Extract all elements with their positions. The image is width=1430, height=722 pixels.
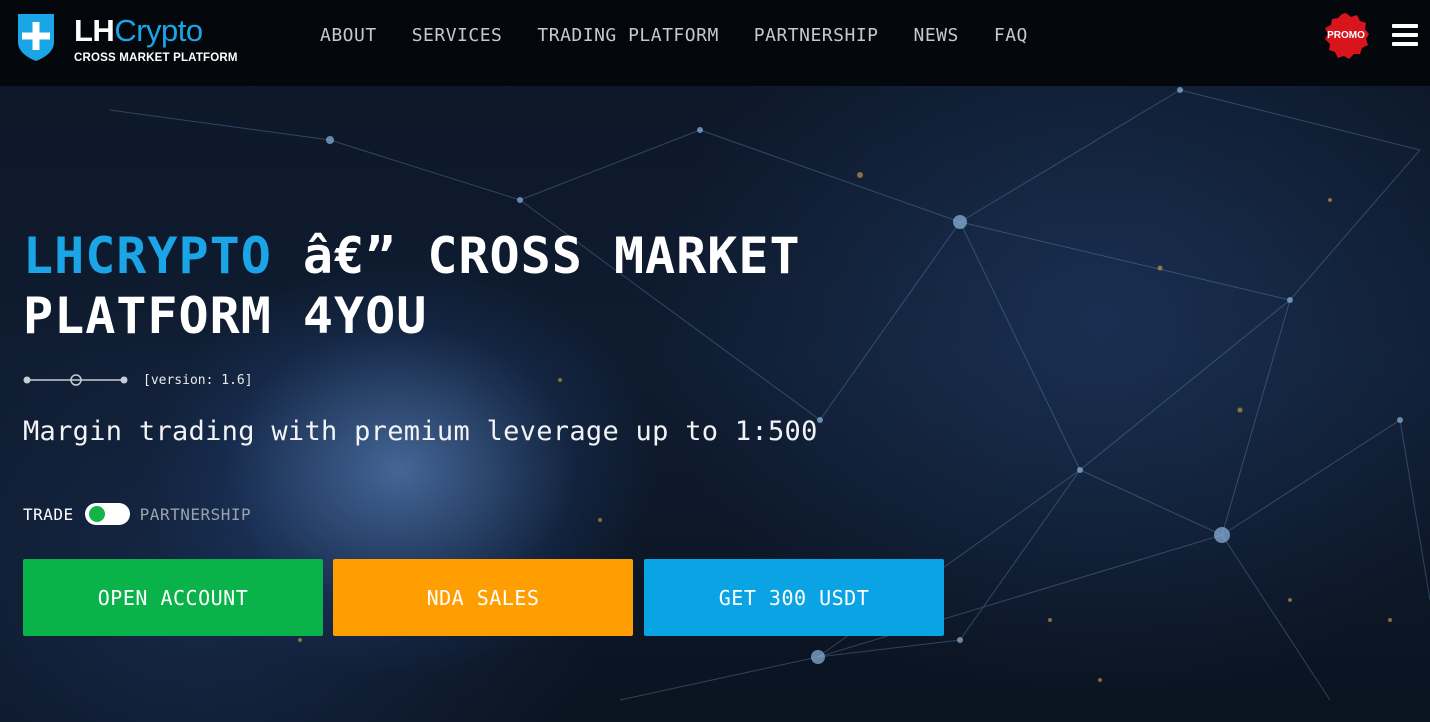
logo-text: LHCrypto CROSS MARKET PLATFORM (74, 14, 238, 65)
version-row: [version: 1.6] (23, 371, 253, 389)
promo-badge[interactable]: PROMO (1322, 12, 1370, 60)
main-nav: ABOUT SERVICES TRADING PLATFORM PARTNERS… (320, 25, 1028, 46)
nav-faq[interactable]: FAQ (994, 25, 1028, 46)
timeline-icon (23, 374, 128, 386)
nav-trading-platform[interactable]: TRADING PLATFORM (537, 25, 718, 46)
toggle-label-partnership[interactable]: PARTNERSHIP (140, 505, 251, 524)
top-header: LHCrypto CROSS MARKET PLATFORM ABOUT SER… (0, 0, 1430, 86)
hamburger-icon[interactable] (1392, 24, 1418, 46)
toggle-knob (88, 506, 105, 522)
hero-title: LHCRYPTO â€” CROSS MARKET PLATFORM 4YOU (23, 226, 923, 346)
promo-label: PROMO (1327, 30, 1365, 41)
brand-logo[interactable]: LHCrypto CROSS MARKET PLATFORM (16, 12, 238, 64)
nav-about[interactable]: ABOUT (320, 25, 377, 46)
mode-toggle-row: TRADE PARTNERSHIP (23, 503, 251, 525)
nav-news[interactable]: NEWS (914, 25, 959, 46)
logo-tagline: CROSS MARKET PLATFORM (74, 52, 238, 64)
page: LHCrypto CROSS MARKET PLATFORM ABOUT SER… (0, 0, 1430, 722)
logo-wordmark: LHCrypto (74, 14, 238, 48)
nda-sales-button[interactable]: NDA SALES (333, 559, 633, 636)
nav-services[interactable]: SERVICES (412, 25, 503, 46)
hero-subtitle: Margin trading with premium leverage up … (23, 416, 818, 447)
mode-toggle-switch[interactable] (84, 503, 130, 525)
hero-title-accent: LHCRYPTO (23, 227, 272, 285)
logo-crypto: Crypto (114, 13, 203, 48)
open-account-button[interactable]: OPEN ACCOUNT (23, 559, 323, 636)
logo-lh: LH (74, 13, 115, 48)
toggle-label-trade[interactable]: TRADE (23, 505, 74, 524)
nav-partnership[interactable]: PARTNERSHIP (754, 25, 879, 46)
get-usdt-button[interactable]: GET 300 USDT (644, 559, 944, 636)
shield-plus-icon (18, 14, 54, 61)
version-label: [version: 1.6] (143, 372, 253, 388)
